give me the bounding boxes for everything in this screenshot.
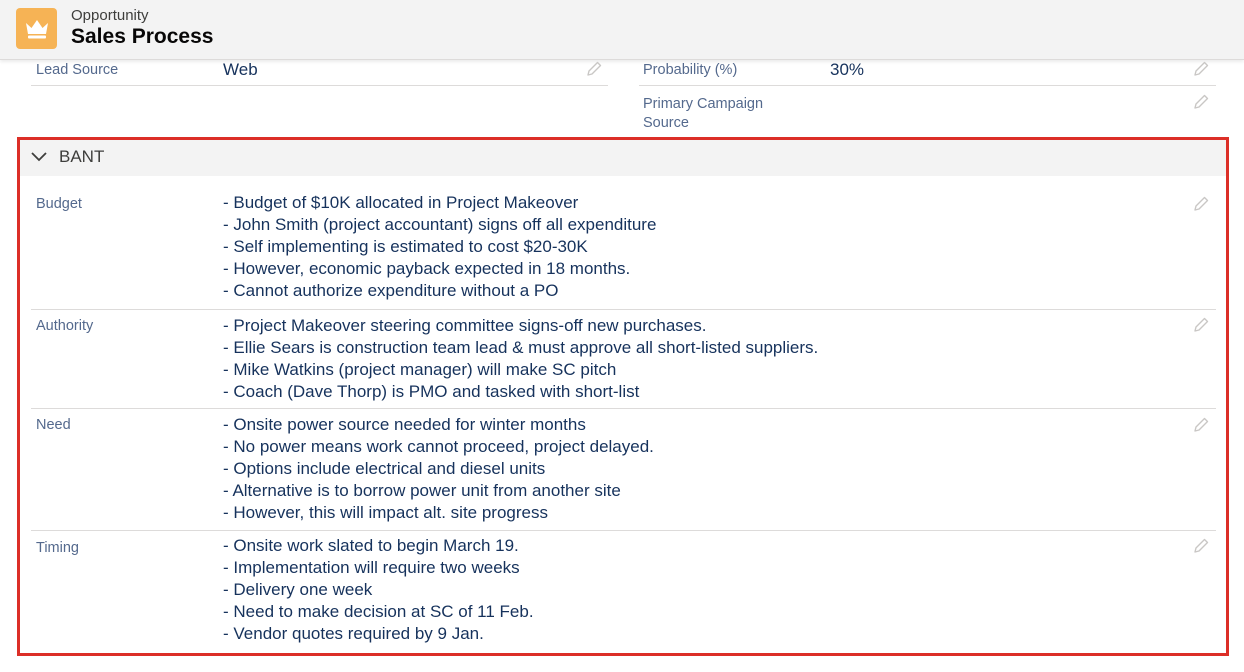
edit-lead-source-pencil-icon[interactable] <box>585 60 603 78</box>
authority-line: - Mike Watkins (project manager) will ma… <box>223 360 617 379</box>
authority-line: - Project Makeover steering committee si… <box>223 316 707 335</box>
divider <box>31 530 1216 531</box>
timing-line: - Onsite work slated to begin March 19. <box>223 536 519 555</box>
lead-source-label: Lead Source <box>36 62 119 78</box>
edit-timing-pencil-icon[interactable] <box>1192 537 1210 555</box>
timing-value: - Onsite work slated to begin March 19. … <box>223 535 534 645</box>
need-line: - Options include electrical and diesel … <box>223 459 546 478</box>
crown-icon <box>16 8 57 49</box>
timing-line: - Vendor quotes required by 9 Jan. <box>223 624 484 643</box>
record-title: Sales Process <box>71 25 214 48</box>
divider <box>31 408 1216 409</box>
chevron-down-icon[interactable] <box>30 148 48 166</box>
edit-need-pencil-icon[interactable] <box>1192 416 1210 434</box>
need-line: - Onsite power source needed for winter … <box>223 415 586 434</box>
edit-probability-pencil-icon[interactable] <box>1192 60 1210 78</box>
timing-label: Timing <box>36 540 79 556</box>
edit-primary-campaign-pencil-icon[interactable] <box>1192 93 1210 111</box>
timing-line: - Delivery one week <box>223 580 373 599</box>
budget-line: - However, economic payback expected in … <box>223 259 631 278</box>
authority-line: - Ellie Sears is construction team lead … <box>223 338 819 357</box>
budget-line: - Cannot authorize expenditure without a… <box>223 281 559 300</box>
budget-line: - Budget of $10K allocated in Project Ma… <box>223 193 579 212</box>
budget-line: - John Smith (project accountant) signs … <box>223 215 657 234</box>
timing-line: - Need to make decision at SC of 11 Feb. <box>223 602 534 621</box>
probability-label: Probability (%) <box>643 62 738 78</box>
need-label: Need <box>36 417 71 433</box>
object-type-label: Opportunity <box>71 7 149 24</box>
edit-budget-pencil-icon[interactable] <box>1192 195 1210 213</box>
record-header: Opportunity Sales Process <box>0 0 1244 60</box>
timing-line: - Implementation will require two weeks <box>223 558 520 577</box>
budget-label: Budget <box>36 196 82 212</box>
probability-value: 30% <box>830 60 865 79</box>
budget-value: - Budget of $10K allocated in Project Ma… <box>223 192 656 302</box>
divider <box>639 85 1216 86</box>
budget-line: - Self implementing is estimated to cost… <box>223 237 588 256</box>
need-line: - Alternative is to borrow power unit fr… <box>223 481 621 500</box>
divider <box>31 309 1216 310</box>
primary-campaign-label-line2: Source <box>643 115 689 131</box>
need-value: - Onsite power source needed for winter … <box>223 414 654 524</box>
authority-label: Authority <box>36 318 94 334</box>
bant-section-header[interactable] <box>20 140 1226 176</box>
divider <box>31 85 608 86</box>
need-line: - However, this will impact alt. site pr… <box>223 503 548 522</box>
bant-section-title[interactable]: BANT <box>59 147 104 167</box>
authority-value: - Project Makeover steering committee si… <box>223 315 818 403</box>
authority-line: - Coach (Dave Thorp) is PMO and tasked w… <box>223 382 640 401</box>
edit-authority-pencil-icon[interactable] <box>1192 316 1210 334</box>
need-line: - No power means work cannot proceed, pr… <box>223 437 654 456</box>
primary-campaign-label-line1: Primary Campaign <box>643 96 764 112</box>
lead-source-value: Web <box>223 60 258 79</box>
